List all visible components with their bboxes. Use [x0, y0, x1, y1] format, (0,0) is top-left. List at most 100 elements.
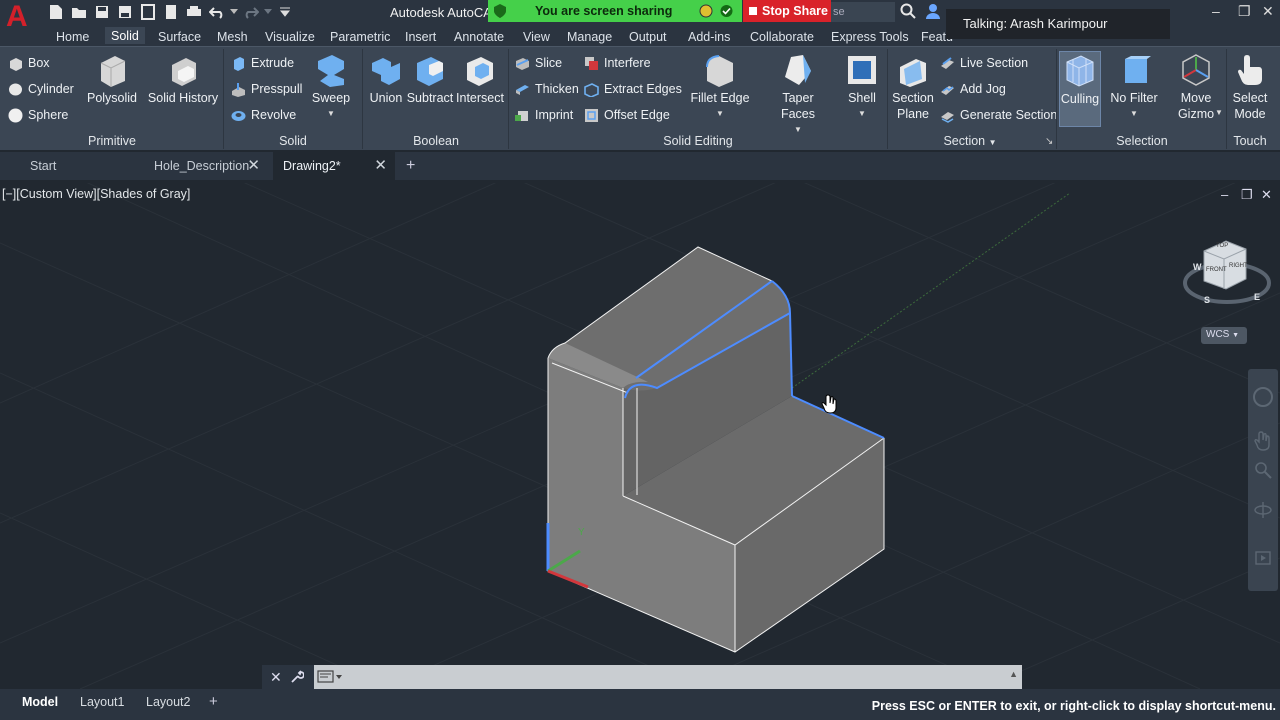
polysolid-button[interactable]: Polysolid: [84, 53, 140, 106]
steering-wheel-icon[interactable]: [1253, 387, 1273, 407]
open-web-icon[interactable]: [138, 3, 158, 21]
redo-dropdown-icon[interactable]: [264, 3, 272, 21]
wcs-dropdown[interactable]: WCS ▼: [1201, 327, 1247, 344]
tab-express-tools[interactable]: Express Tools: [831, 30, 909, 44]
command-input[interactable]: ▲: [314, 665, 1022, 689]
undo-dropdown-icon[interactable]: [230, 3, 238, 21]
new-tab-icon[interactable]: +: [406, 157, 415, 175]
tab-output[interactable]: Output: [629, 30, 667, 44]
restore-icon[interactable]: ❐: [1238, 3, 1251, 20]
presspull-button[interactable]: Presspull: [231, 79, 302, 99]
open-file-icon[interactable]: [69, 3, 89, 21]
live-section-button[interactable]: Live Section: [940, 53, 1028, 73]
tab-solid[interactable]: Solid: [105, 27, 145, 44]
shell-dropdown-icon[interactable]: ▼: [842, 106, 882, 122]
taper-faces-button[interactable]: Taper Faces ▼: [764, 53, 832, 138]
command-close-icon[interactable]: ✕: [270, 669, 282, 686]
generate-section-button[interactable]: Generate Section: [940, 105, 1057, 125]
file-tab-start[interactable]: Start: [20, 152, 142, 180]
close-icon[interactable]: ✕: [1262, 3, 1274, 20]
file-tab-hole-description[interactable]: Hole_Description ✕: [144, 152, 268, 180]
tab-home[interactable]: Home: [56, 30, 89, 44]
save-icon[interactable]: [92, 3, 112, 21]
undo-icon[interactable]: [207, 3, 227, 21]
customize-qat-icon[interactable]: [275, 3, 295, 21]
new-file-icon[interactable]: [46, 3, 66, 21]
subtract-button[interactable]: Subtract: [406, 53, 454, 106]
tab-add-ins[interactable]: Add-ins: [688, 30, 730, 44]
sweep-dropdown-icon[interactable]: ▼: [306, 106, 356, 122]
tab-view[interactable]: View: [523, 30, 550, 44]
tab-annotate[interactable]: Annotate: [454, 30, 504, 44]
viewcube-right-label[interactable]: RIGHT: [1229, 263, 1248, 269]
section-panel-title[interactable]: Section ▼: [920, 134, 1020, 148]
select-mode-button[interactable]: Select Mode: [1228, 53, 1272, 122]
fillet-edge-button[interactable]: Fillet Edge ▼: [690, 53, 750, 122]
customize-wrench-icon[interactable]: [290, 670, 304, 684]
compass-s-label[interactable]: S: [1204, 295, 1210, 305]
orbit-icon[interactable]: [1254, 501, 1272, 519]
viewcube-front-label[interactable]: FRONT: [1206, 267, 1227, 273]
lock-icon[interactable]: [699, 4, 713, 18]
slice-button[interactable]: Slice: [515, 53, 562, 73]
interfere-button[interactable]: Interfere: [584, 53, 651, 73]
help-search-input[interactable]: se: [831, 2, 895, 22]
tab-parametric[interactable]: Parametric: [330, 30, 390, 44]
redo-icon[interactable]: [241, 3, 261, 21]
fillet-edge-dropdown-icon[interactable]: ▼: [690, 106, 750, 122]
section-plane-button[interactable]: Section Plane: [890, 53, 936, 122]
layout-tab-layout2[interactable]: Layout2: [146, 695, 190, 709]
tab-manage[interactable]: Manage: [567, 30, 612, 44]
box-button[interactable]: Box: [8, 53, 50, 73]
layout-tab-model[interactable]: Model: [22, 695, 58, 709]
extrude-button[interactable]: Extrude: [231, 53, 294, 73]
viewcube[interactable]: TOP FRONT RIGHT W S E: [1182, 235, 1272, 307]
tab-mesh[interactable]: Mesh: [217, 30, 248, 44]
zoom-extents-icon[interactable]: [1254, 461, 1272, 479]
plot-icon[interactable]: [184, 3, 204, 21]
stop-share-button[interactable]: Stop Share: [743, 0, 831, 22]
move-gizmo-dropdown-icon[interactable]: ▼: [1215, 108, 1223, 117]
move-gizmo-button[interactable]: Move Gizmo: [1172, 53, 1220, 122]
imprint-button[interactable]: Imprint: [515, 105, 573, 125]
compass-w-label[interactable]: W: [1193, 262, 1202, 272]
offset-edge-button[interactable]: Offset Edge: [584, 105, 670, 125]
command-expand-icon[interactable]: ▲: [1009, 669, 1018, 679]
compass-e-label[interactable]: E: [1254, 292, 1260, 302]
command-history-icon[interactable]: [317, 670, 343, 684]
sphere-button[interactable]: Sphere: [8, 105, 68, 125]
close-tab-icon[interactable]: ✕: [247, 152, 260, 180]
intersect-button[interactable]: Intersect: [456, 53, 504, 106]
section-dialog-launcher-icon[interactable]: ↘: [1045, 136, 1053, 147]
section-panel-expand-icon[interactable]: ▼: [989, 138, 997, 147]
cylinder-button[interactable]: Cylinder: [8, 79, 74, 99]
drawing-viewport[interactable]: [−][Custom View][Shades of Gray] – ❐ ✕ Y…: [0, 183, 1280, 689]
file-tab-drawing2[interactable]: Drawing2* ✕: [273, 152, 395, 180]
minimize-icon[interactable]: –: [1212, 3, 1220, 19]
search-icon[interactable]: [900, 3, 916, 19]
union-button[interactable]: Union: [366, 53, 406, 106]
solid-history-button[interactable]: Solid History: [146, 53, 220, 106]
close-tab-icon[interactable]: ✕: [374, 152, 387, 180]
layout-tab-layout1[interactable]: Layout1: [80, 695, 124, 709]
user-icon[interactable]: [925, 3, 941, 19]
tab-insert[interactable]: Insert: [405, 30, 436, 44]
tab-visualize[interactable]: Visualize: [265, 30, 315, 44]
culling-button[interactable]: Culling: [1059, 51, 1101, 127]
tab-collaborate[interactable]: Collaborate: [750, 30, 814, 44]
shell-button[interactable]: Shell ▼: [842, 53, 882, 122]
revolve-button[interactable]: Revolve: [231, 105, 296, 125]
save-web-icon[interactable]: [161, 3, 181, 21]
no-filter-button[interactable]: No Filter ▼: [1108, 53, 1160, 122]
no-filter-dropdown-icon[interactable]: ▼: [1108, 106, 1160, 122]
extract-edges-button[interactable]: Extract Edges: [584, 79, 682, 99]
add-layout-icon[interactable]: +: [209, 693, 218, 710]
thicken-button[interactable]: Thicken: [515, 79, 579, 99]
pan-hand-icon[interactable]: [1254, 431, 1272, 451]
sweep-button[interactable]: Sweep ▼: [306, 53, 356, 122]
viewcube-top-label[interactable]: TOP: [1216, 243, 1228, 249]
add-jog-button[interactable]: Add Jog: [940, 79, 1006, 99]
save-as-icon[interactable]: [115, 3, 135, 21]
showmotion-icon[interactable]: [1254, 549, 1272, 567]
tab-surface[interactable]: Surface: [158, 30, 201, 44]
